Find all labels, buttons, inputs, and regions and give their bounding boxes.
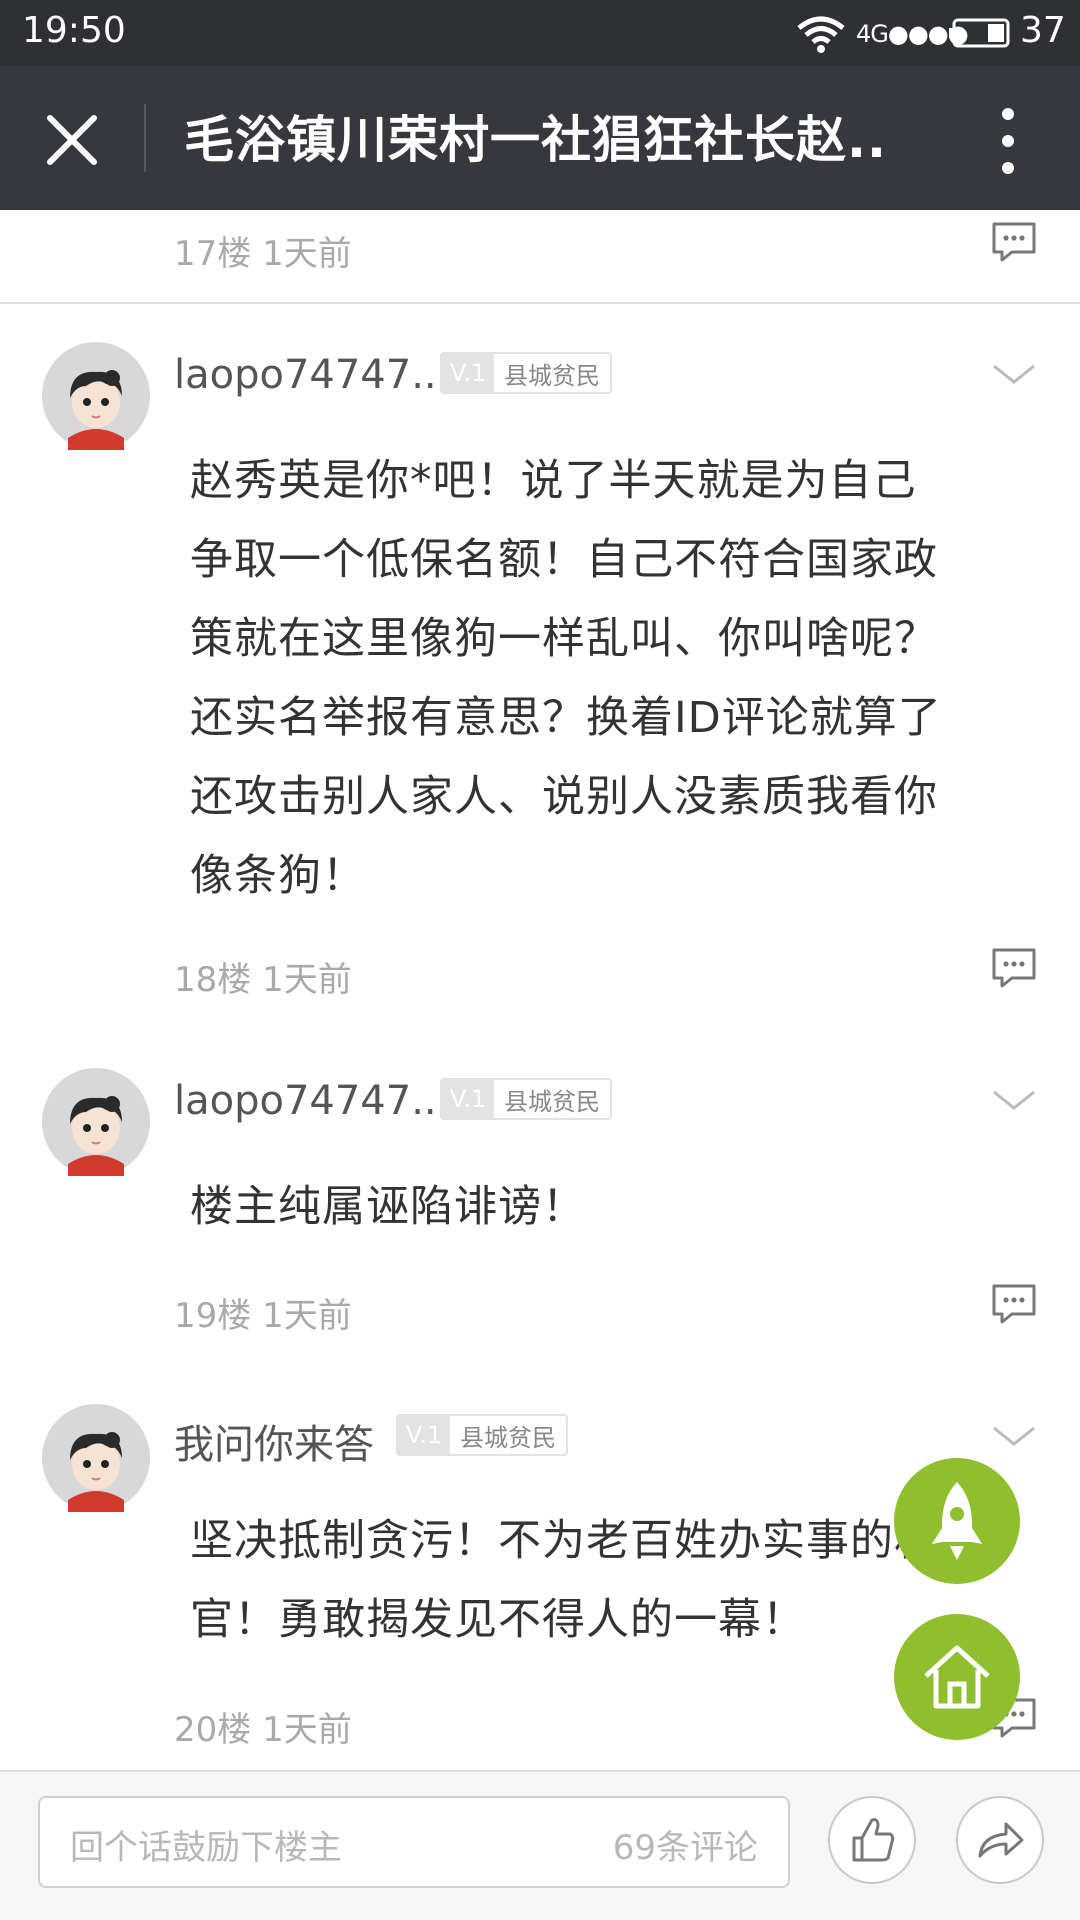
reply-icon[interactable] xyxy=(990,220,1038,264)
comment-meta: 19楼 1天前 xyxy=(174,1296,352,1336)
comment-count[interactable]: 69条评论 xyxy=(613,1820,758,1869)
reply-icon[interactable] xyxy=(990,1282,1038,1326)
level-badge: V.1 县城贫民 xyxy=(440,352,612,394)
title-divider xyxy=(144,104,146,172)
status-bar: 19:50 4G●●●● 37 xyxy=(0,0,1080,66)
close-icon[interactable] xyxy=(44,112,100,168)
chevron-down-icon[interactable] xyxy=(990,1086,1038,1114)
separator xyxy=(0,302,1080,304)
comment-input[interactable]: 回个话鼓励下楼主 69条评论 xyxy=(38,1796,790,1888)
page-title: 毛浴镇川荣村一社猖狂社长赵.. xyxy=(184,111,887,169)
avatar[interactable] xyxy=(42,342,150,450)
bottom-bar: 回个话鼓励下楼主 69条评论 xyxy=(0,1770,1080,1920)
share-icon xyxy=(978,1822,1024,1858)
thumbs-up-icon xyxy=(852,1818,895,1862)
like-button[interactable] xyxy=(828,1796,916,1884)
rocket-button[interactable] xyxy=(894,1458,1020,1584)
comment-text: 楼主纯属诬陷诽谤！ xyxy=(190,1182,586,1232)
username[interactable]: laopo74747... xyxy=(174,1078,449,1124)
avatar[interactable] xyxy=(42,1404,150,1512)
share-button[interactable] xyxy=(956,1796,1044,1884)
comment-meta: 20楼 1天前 xyxy=(174,1710,352,1750)
username[interactable]: 我问你来答 xyxy=(174,1412,374,1470)
reply-icon[interactable] xyxy=(990,946,1038,990)
chevron-down-icon[interactable] xyxy=(990,1422,1038,1450)
comment-meta: 17楼 1天前 xyxy=(174,234,352,274)
title-bar: 毛浴镇川荣村一社猖狂社长赵.. xyxy=(0,66,1080,210)
level-badge: V.1 县城贫民 xyxy=(396,1414,568,1456)
rocket-icon xyxy=(932,1482,982,1560)
input-placeholder: 回个话鼓励下楼主 xyxy=(70,1828,342,1868)
battery-level: 37 xyxy=(1020,10,1066,51)
wifi-icon xyxy=(797,16,845,53)
home-button[interactable] xyxy=(894,1614,1020,1740)
comment-text: 赵秀英是你*吧！说了半天就是为自己 争取一个低保名额！自己不符合国家政 策就在这… xyxy=(190,456,942,901)
battery-icon xyxy=(949,18,1010,48)
comment-meta: 18楼 1天前 xyxy=(174,960,352,1000)
status-time: 19:50 xyxy=(22,10,126,51)
username[interactable]: laopo74747... xyxy=(174,352,449,398)
more-icon[interactable] xyxy=(990,106,1026,176)
avatar[interactable] xyxy=(42,1068,150,1176)
chevron-down-icon[interactable] xyxy=(990,360,1038,388)
level-badge: V.1 县城贫民 xyxy=(440,1078,612,1120)
home-icon xyxy=(924,1645,990,1709)
